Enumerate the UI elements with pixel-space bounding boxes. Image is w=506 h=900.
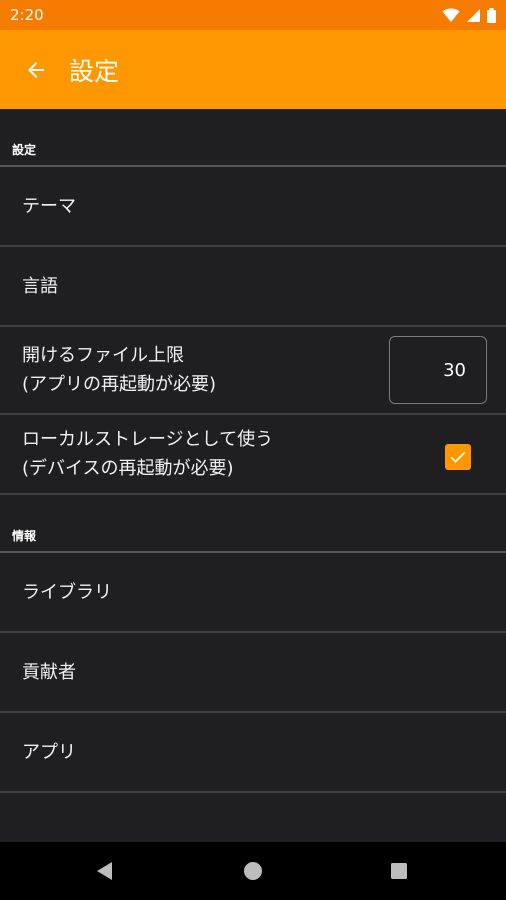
nav-home-button[interactable] [223,842,283,900]
section-header-settings: 設定 [0,109,506,167]
file-limit-title: 開けるファイル上限 [22,345,184,366]
file-limit-item: 開けるファイル上限 (アプリの再起動が必要) 30 [0,327,506,415]
theme-label: テーマ [22,195,76,217]
section-header-info: 情報 [0,495,506,553]
nav-recents-icon [391,863,407,879]
check-icon [450,451,466,463]
language-item[interactable]: 言語 [0,247,506,327]
settings-list: 設定 テーマ 言語 開けるファイル上限 (アプリの再起動が必要) 30 ローカル… [0,109,506,793]
file-limit-input[interactable]: 30 [389,336,487,404]
nav-back-button[interactable] [75,842,135,900]
file-limit-label: 開けるファイル上限 (アプリの再起動が必要) [22,341,216,399]
app-item[interactable]: アプリ [0,713,506,793]
nav-back-icon [97,862,112,880]
status-bar: 2:20 [0,0,506,30]
signal-icon [467,8,480,22]
local-storage-note: (デバイスの再起動が必要) [22,458,234,479]
local-storage-label: ローカルストレージとして使う (デバイスの再起動が必要) [22,425,273,483]
contributors-label: 貢献者 [22,661,76,683]
local-storage-checkbox[interactable] [445,444,471,470]
file-limit-note: (アプリの再起動が必要) [22,374,217,395]
wifi-icon [442,7,460,22]
local-storage-item[interactable]: ローカルストレージとして使う (デバイスの再起動が必要) [0,415,506,495]
navigation-bar [0,842,506,900]
status-icons [442,7,496,23]
page-title: 設定 [69,56,120,86]
library-item[interactable]: ライブラリ [0,553,506,633]
back-button[interactable] [0,30,72,109]
app-bar: 設定 [0,30,506,109]
language-label: 言語 [22,275,58,297]
back-arrow-icon [28,61,44,78]
library-label: ライブラリ [22,581,112,603]
status-time: 2:20 [10,6,44,24]
theme-item[interactable]: テーマ [0,167,506,247]
nav-recents-button[interactable] [369,842,429,900]
battery-icon [487,7,496,23]
contributors-item[interactable]: 貢献者 [0,633,506,713]
local-storage-title: ローカルストレージとして使う [22,429,274,450]
nav-home-icon [244,862,262,880]
app-label: アプリ [22,741,76,763]
